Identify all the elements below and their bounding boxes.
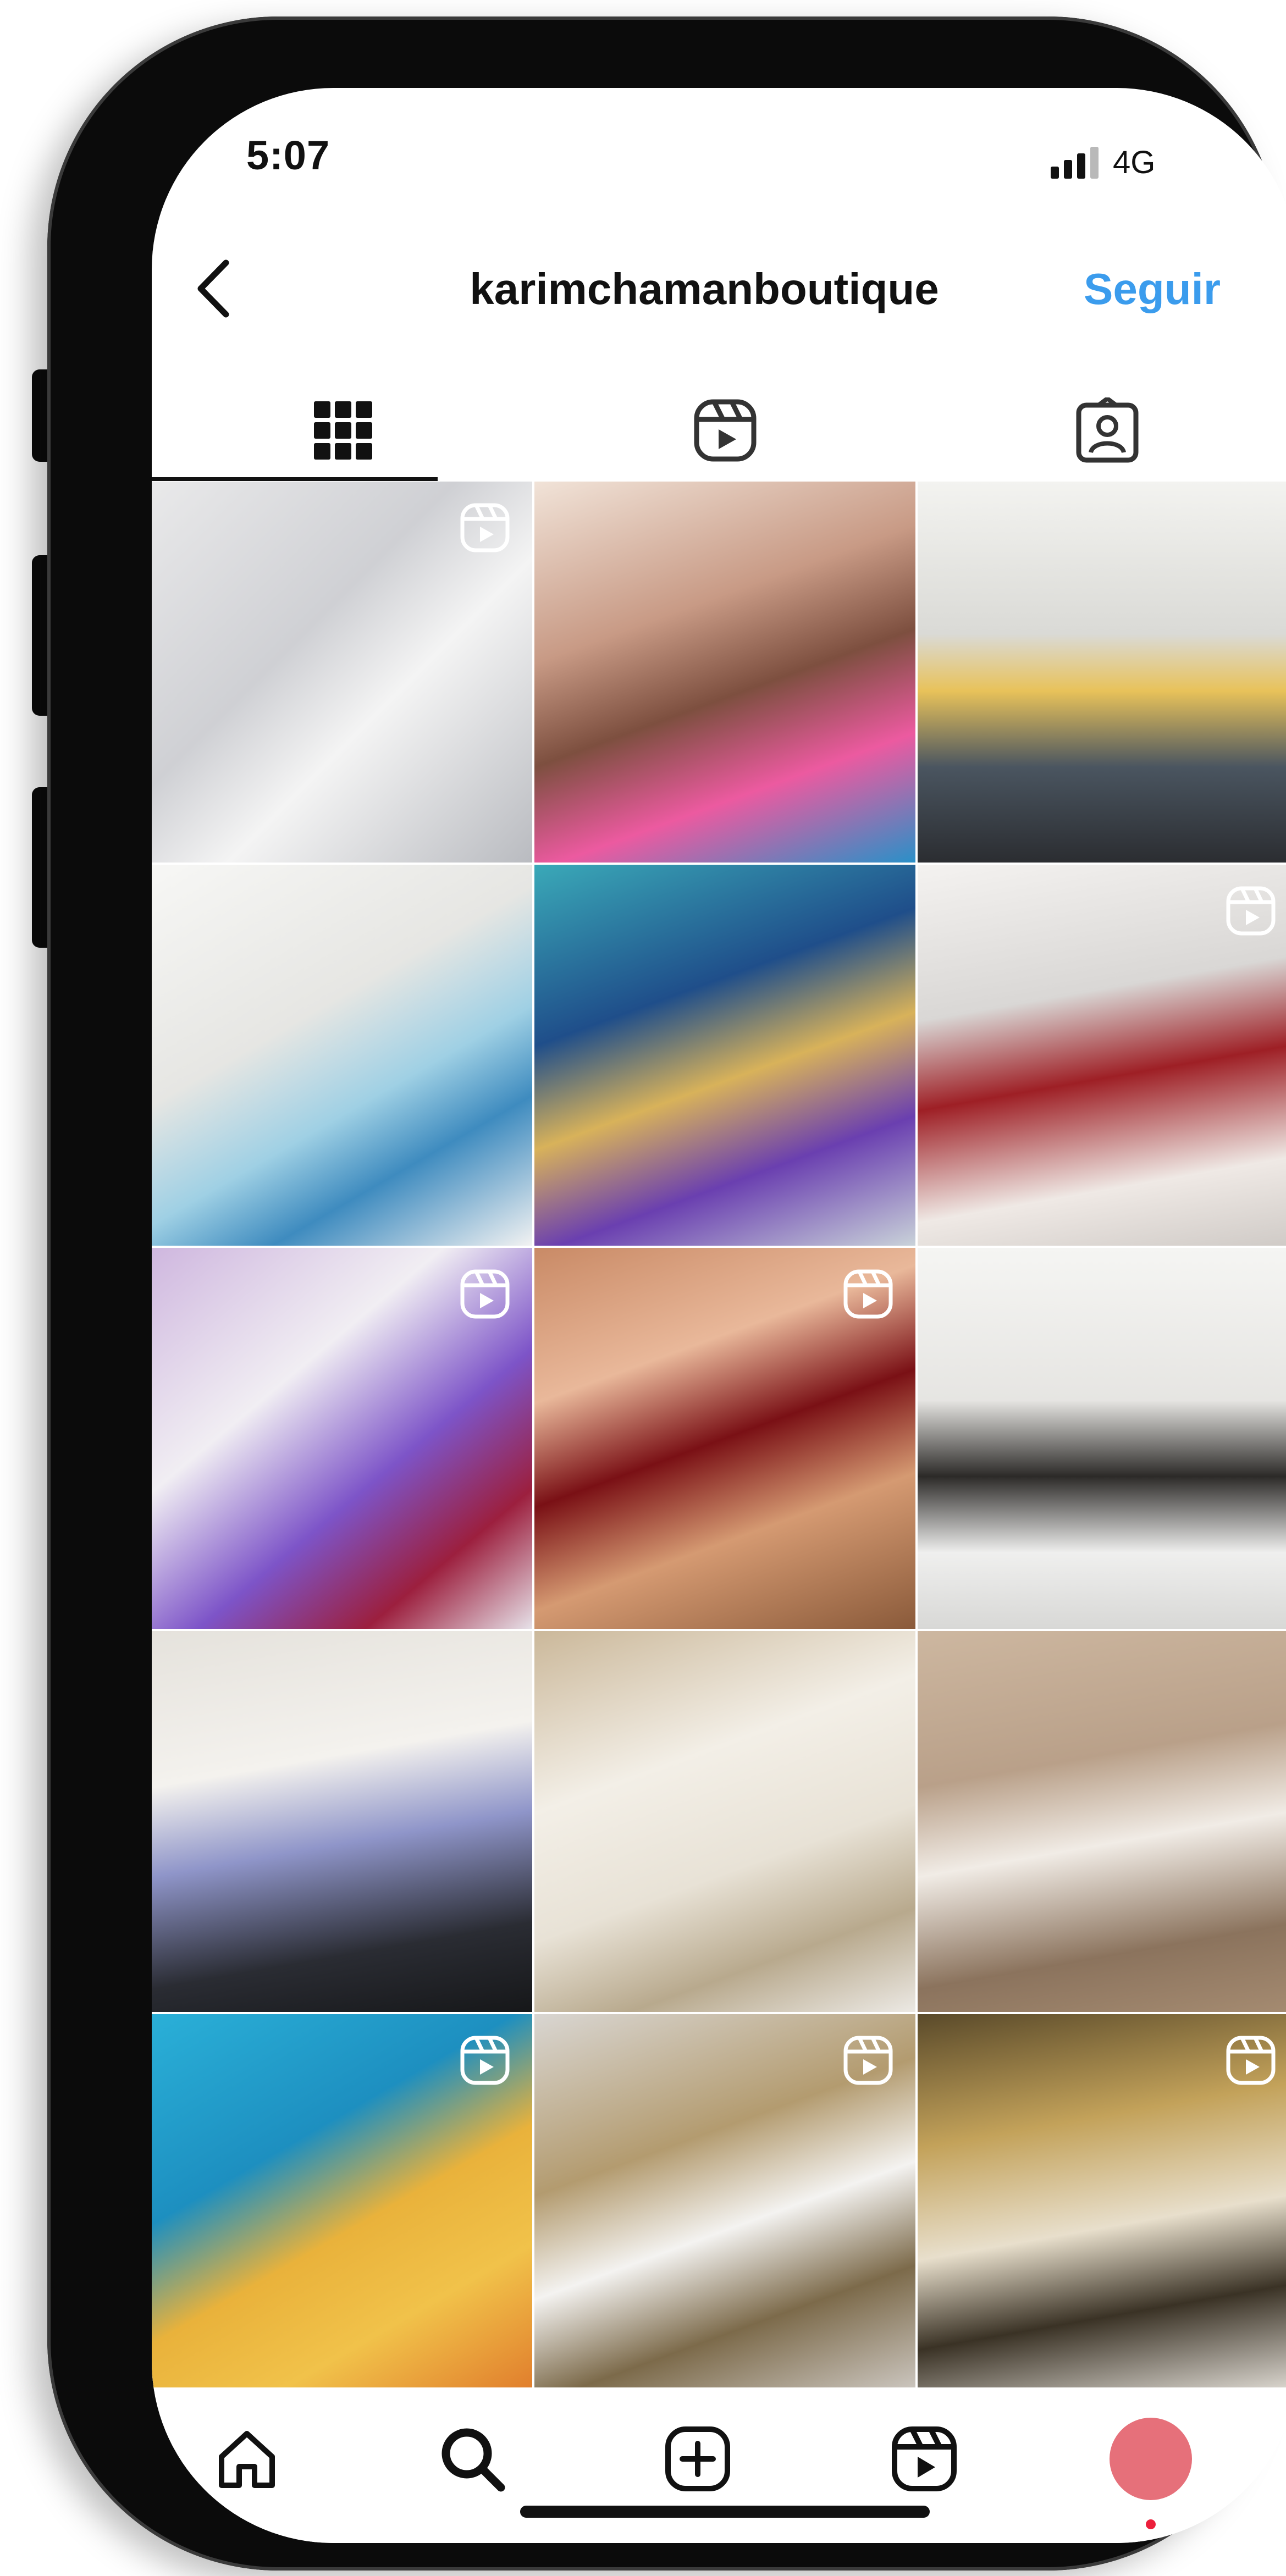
post-thumbnail[interactable] bbox=[917, 865, 1286, 1246]
stage: 5:07 4G karimchamanboutique Seguir bbox=[0, 0, 1286, 2576]
post-thumbnail[interactable] bbox=[917, 1631, 1286, 2012]
phone-screen: 5:07 4G karimchamanboutique Seguir bbox=[152, 88, 1286, 2543]
chevron-left-icon bbox=[197, 259, 229, 318]
post-thumbnail[interactable] bbox=[152, 2014, 533, 2387]
status-right: 4G bbox=[1051, 140, 1155, 179]
nav-home[interactable] bbox=[206, 2418, 288, 2500]
tab-reels[interactable] bbox=[534, 379, 916, 481]
tagged-icon bbox=[1076, 397, 1138, 462]
profile-avatar bbox=[1110, 2418, 1192, 2500]
phone-frame: 5:07 4G karimchamanboutique Seguir bbox=[47, 16, 1286, 2571]
post-thumbnail[interactable] bbox=[534, 2014, 915, 2387]
post-thumbnail[interactable] bbox=[534, 482, 915, 863]
reel-badge-icon bbox=[843, 1269, 893, 1319]
bottom-nav bbox=[152, 2387, 1286, 2543]
post-thumbnail[interactable] bbox=[152, 1248, 533, 1629]
profile-username: karimchamanboutique bbox=[470, 264, 939, 313]
nav-search[interactable] bbox=[431, 2418, 514, 2500]
back-button[interactable] bbox=[180, 256, 246, 322]
post-thumbnail[interactable] bbox=[917, 1248, 1286, 1629]
follow-button[interactable]: Seguir bbox=[1084, 264, 1221, 314]
notification-dot bbox=[1146, 2519, 1156, 2529]
active-tab-indicator bbox=[152, 477, 438, 481]
reel-badge-icon bbox=[460, 503, 510, 552]
reels-icon bbox=[694, 399, 756, 461]
reel-badge-icon bbox=[460, 2036, 510, 2085]
post-thumbnail[interactable] bbox=[917, 482, 1286, 863]
profile-tabs bbox=[152, 379, 1286, 481]
create-post-icon bbox=[665, 2426, 730, 2491]
grid-icon bbox=[313, 401, 372, 460]
search-icon bbox=[441, 2428, 505, 2492]
reel-badge-icon bbox=[460, 1269, 510, 1319]
reels-icon bbox=[892, 2426, 957, 2491]
post-thumbnail[interactable] bbox=[534, 1248, 915, 1629]
tab-tagged[interactable] bbox=[916, 379, 1286, 481]
reel-badge-icon bbox=[1226, 886, 1276, 936]
post-thumbnail[interactable] bbox=[152, 1631, 533, 2012]
nav-reels[interactable] bbox=[883, 2418, 965, 2500]
post-thumbnail[interactable] bbox=[534, 865, 915, 1246]
home-icon bbox=[219, 2431, 275, 2488]
tab-grid[interactable] bbox=[152, 379, 534, 481]
post-thumbnail[interactable] bbox=[152, 865, 533, 1246]
home-indicator[interactable] bbox=[520, 2506, 930, 2518]
network-label: 4G bbox=[1113, 145, 1156, 180]
status-time: 5:07 bbox=[246, 132, 330, 178]
reel-badge-icon bbox=[1226, 2036, 1276, 2085]
post-thumbnail[interactable] bbox=[152, 482, 533, 863]
posts-grid bbox=[152, 482, 1286, 2387]
reel-badge-icon bbox=[843, 2036, 893, 2085]
signal-icon bbox=[1051, 147, 1099, 179]
post-thumbnail[interactable] bbox=[534, 1631, 915, 2012]
nav-create[interactable] bbox=[656, 2418, 739, 2500]
nav-profile[interactable] bbox=[1110, 2418, 1192, 2500]
post-thumbnail[interactable] bbox=[917, 2014, 1286, 2387]
